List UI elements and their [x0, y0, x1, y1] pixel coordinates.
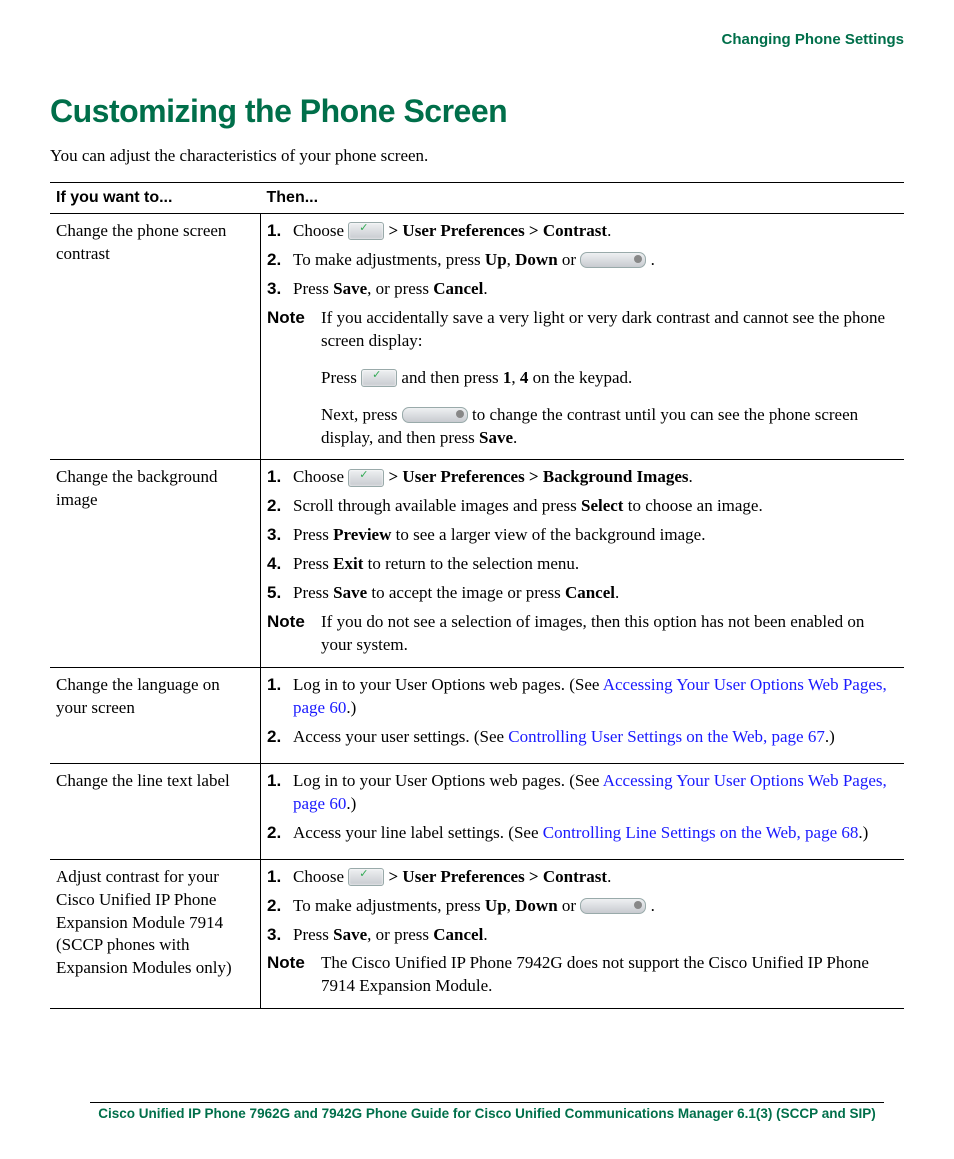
settings-icon: [348, 469, 384, 487]
row-content: 1.Choose > User Preferences > Contrast. …: [261, 859, 905, 1009]
step-text: Access your user settings. (See Controll…: [293, 726, 898, 749]
volume-icon: [402, 407, 468, 423]
instruction-table: If you want to... Then... Change the pho…: [50, 182, 904, 1009]
row-content: 1.Choose > User Preferences > Background…: [261, 460, 905, 668]
step-number: 1.: [267, 220, 293, 243]
footer-text: Cisco Unified IP Phone 7962G and 7942G P…: [90, 1102, 884, 1123]
intro-text: You can adjust the characteristics of yo…: [50, 145, 904, 168]
note-label: Note: [267, 307, 321, 452]
col-header-left: If you want to...: [50, 183, 261, 214]
step-number: 3.: [267, 278, 293, 301]
step-number: 3.: [267, 524, 293, 547]
step-text: Press Exit to return to the selection me…: [293, 553, 898, 576]
row-label: Change the phone screen contrast: [50, 213, 261, 460]
step-text: Press Save, or press Cancel.: [293, 924, 898, 947]
section-header: Changing Phone Settings: [50, 30, 904, 50]
step-text: Press Save, or press Cancel.: [293, 278, 898, 301]
row-content: 1.Log in to your User Options web pages.…: [261, 763, 905, 859]
step-number: 1.: [267, 770, 293, 793]
step-text: Log in to your User Options web pages. (…: [293, 674, 898, 720]
step-number: 1.: [267, 674, 293, 697]
step-text: To make adjustments, press Up, Down or .: [293, 249, 898, 272]
note-block: Note If you accidentally save a very lig…: [267, 307, 898, 452]
step-number: 2.: [267, 249, 293, 272]
step-number: 2.: [267, 822, 293, 845]
step-text: Choose > User Preferences > Contrast.: [293, 866, 898, 889]
table-row: Change the phone screen contrast 1. Choo…: [50, 213, 904, 460]
settings-icon: [348, 222, 384, 240]
page-title: Customizing the Phone Screen: [50, 90, 904, 133]
note-label: Note: [267, 611, 321, 659]
volume-icon: [580, 898, 646, 914]
step-number: 1.: [267, 866, 293, 889]
note-body: If you do not see a selection of images,…: [321, 611, 898, 659]
row-content: 1.Log in to your User Options web pages.…: [261, 668, 905, 764]
note-label: Note: [267, 952, 321, 1000]
note-body: If you accidentally save a very light or…: [321, 307, 898, 452]
step-text: Log in to your User Options web pages. (…: [293, 770, 898, 816]
link-user-settings[interactable]: Controlling User Settings on the Web, pa…: [508, 727, 825, 746]
col-header-right: Then...: [261, 183, 905, 214]
step-number: 5.: [267, 582, 293, 605]
step-number: 1.: [267, 466, 293, 489]
settings-icon: [348, 868, 384, 886]
row-label: Change the line text label: [50, 763, 261, 859]
row-label: Adjust contrast for your Cisco Unified I…: [50, 859, 261, 1009]
row-label: Change the background image: [50, 460, 261, 668]
document-page: Changing Phone Settings Customizing the …: [0, 0, 954, 1159]
row-content: 1. Choose > User Preferences > Contrast.…: [261, 213, 905, 460]
step-number: 2.: [267, 495, 293, 518]
table-row: Change the background image 1.Choose > U…: [50, 460, 904, 668]
table-row: Change the language on your screen 1.Log…: [50, 668, 904, 764]
step-text: Press Preview to see a larger view of th…: [293, 524, 898, 547]
row-label: Change the language on your screen: [50, 668, 261, 764]
step-number: 2.: [267, 895, 293, 918]
volume-icon: [580, 252, 646, 268]
step-text: Choose > User Preferences > Contrast.: [293, 220, 898, 243]
step-text: Choose > User Preferences > Background I…: [293, 466, 898, 489]
link-line-settings[interactable]: Controlling Line Settings on the Web, pa…: [543, 823, 859, 842]
note-block: Note If you do not see a selection of im…: [267, 611, 898, 659]
table-row: Adjust contrast for your Cisco Unified I…: [50, 859, 904, 1009]
step-text: Scroll through available images and pres…: [293, 495, 898, 518]
note-block: Note The Cisco Unified IP Phone 7942G do…: [267, 952, 898, 1000]
step-text: To make adjustments, press Up, Down or .: [293, 895, 898, 918]
step-number: 3.: [267, 924, 293, 947]
step-number: 2.: [267, 726, 293, 749]
note-body: The Cisco Unified IP Phone 7942G does no…: [321, 952, 898, 1000]
step-text: Press Save to accept the image or press …: [293, 582, 898, 605]
settings-icon: [361, 369, 397, 387]
step-number: 4.: [267, 553, 293, 576]
table-row: Change the line text label 1.Log in to y…: [50, 763, 904, 859]
page-footer: Cisco Unified IP Phone 7962G and 7942G P…: [0, 1102, 954, 1123]
step-text: Access your line label settings. (See Co…: [293, 822, 898, 845]
